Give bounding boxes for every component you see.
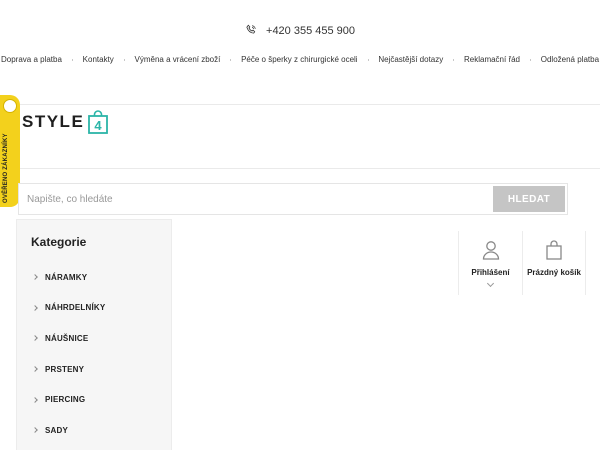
header-divider <box>18 104 600 105</box>
category-item-naramky[interactable]: NÁRAMKY <box>17 262 171 293</box>
login-button[interactable]: Přihlášení <box>458 231 522 295</box>
phone-icon <box>246 24 256 34</box>
chevron-right-icon <box>32 274 38 281</box>
nav-separator <box>71 58 73 61</box>
shopping-bag-logo-icon: 4 <box>88 110 109 134</box>
logo-divider <box>18 168 600 169</box>
cart-label: Prázdný košík <box>527 268 581 277</box>
chevron-down-icon <box>486 279 495 288</box>
category-label: NÁUŠNICE <box>45 333 89 343</box>
search-bar: HLEDAT <box>18 183 568 215</box>
chevron-right-icon <box>32 305 38 311</box>
nav-separator <box>530 58 531 61</box>
chevron-right-icon <box>32 335 38 342</box>
phone-number[interactable]: +420 355 455 900 <box>266 25 355 37</box>
category-item-prsteny[interactable]: PRSTENY <box>17 354 171 385</box>
badge-label: OVĚŘENO ZÁKAZNÍKY <box>3 133 9 203</box>
verified-badge[interactable]: OVĚŘENO ZÁKAZNÍKY <box>0 95 20 207</box>
nav-separator <box>367 58 369 61</box>
category-item-piercing[interactable]: PIERCING <box>17 384 171 415</box>
chevron-right-icon <box>32 366 38 372</box>
nav-link-pece[interactable]: Péče o šperky z chirurgické oceli <box>240 55 359 64</box>
category-list: NÁRAMKY NÁHRDELNÍKY NÁUŠNICE PRSTENY PIE… <box>17 262 171 446</box>
nav-separator <box>123 58 125 61</box>
nav-separator <box>453 58 454 61</box>
top-navigation: Doprava a platba Kontakty Výměna a vráce… <box>0 55 600 64</box>
category-label: PRSTENY <box>45 364 85 374</box>
category-label: NÁHRDELNÍKY <box>45 303 106 313</box>
category-item-sady[interactable]: SADY <box>17 415 171 446</box>
category-label: NÁRAMKY <box>45 272 88 282</box>
nav-link-kontakty[interactable]: Kontakty <box>82 55 115 64</box>
nav-link-doprava[interactable]: Doprava a platba <box>0 55 63 64</box>
category-item-nausnice[interactable]: NÁUŠNICE <box>17 323 171 354</box>
category-label: SADY <box>45 425 69 435</box>
phone-bar: +420 355 455 900 <box>0 24 600 37</box>
sidebar-title: Kategorie <box>31 235 87 249</box>
nav-link-dotazy[interactable]: Nejčastější dotazy <box>377 55 444 64</box>
shopping-bag-icon <box>546 240 562 260</box>
cart-button[interactable]: Prázdný košík <box>522 231 586 295</box>
nav-link-vymena[interactable]: Výměna a vrácení zboží <box>134 55 222 64</box>
search-button[interactable]: HLEDAT <box>493 186 565 212</box>
chevron-right-icon <box>32 427 38 434</box>
logo-bag-digit: 4 <box>95 118 103 133</box>
badge-check-icon <box>3 99 17 113</box>
category-sidebar: Kategorie NÁRAMKY NÁHRDELNÍKY NÁUŠNICE P… <box>16 219 172 450</box>
login-label: Přihlášení <box>471 268 510 277</box>
search-input[interactable] <box>19 184 493 214</box>
category-label: PIERCING <box>45 395 86 405</box>
nav-link-reklamace[interactable]: Reklamační řád <box>463 55 521 64</box>
nav-separator <box>230 58 232 61</box>
logo-text: STYLE <box>22 112 85 131</box>
chevron-right-icon <box>32 396 38 403</box>
category-item-nahrdelniky[interactable]: NÁHRDELNÍKY <box>17 293 171 324</box>
nav-link-odlozena[interactable]: Odložená platba <box>540 55 600 64</box>
site-logo[interactable]: STYLE 4 <box>22 109 109 135</box>
user-icon <box>482 241 499 260</box>
